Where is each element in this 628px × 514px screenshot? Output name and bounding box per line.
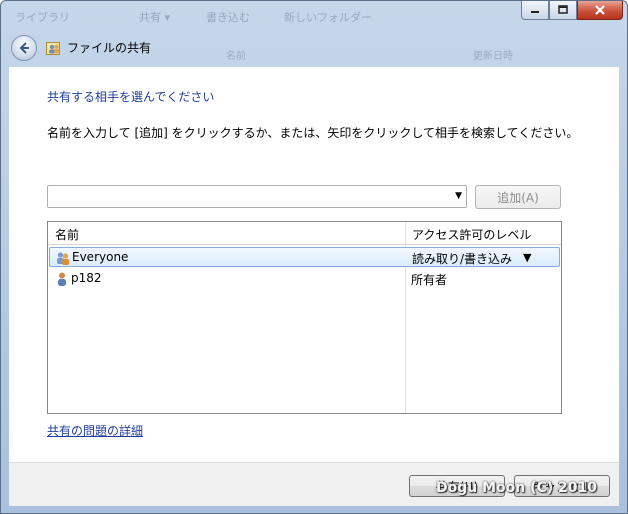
bg-column-name: 名前 — [226, 51, 246, 62]
permission-level[interactable]: 読み取り/書き込み — [412, 250, 512, 267]
dialog-title: ファイルの共有 — [67, 41, 152, 55]
navigation-bar: ファイルの共有 名前 更新日時 — [1, 31, 627, 67]
sharing-problems-link[interactable]: 共有の問題の詳細 — [47, 422, 143, 439]
column-divider[interactable] — [405, 222, 406, 244]
column-header-name[interactable]: 名前 — [55, 226, 79, 243]
bg-menu-library: ライブラリ — [15, 11, 70, 24]
close-button[interactable] — [577, 1, 623, 20]
share-dialog-window: ライブラリ 共有 ▾ 書き込む 新しいフォルダー ファイルの共有 名前 更新日時 — [0, 0, 628, 514]
name-input[interactable] — [50, 188, 449, 206]
list-item-p182[interactable]: p182 所有者 — [49, 269, 560, 289]
bg-menu-new-folder: 新しいフォルダー — [284, 11, 372, 24]
list-item-everyone[interactable]: Everyone 読み取り/書き込み ▼ — [49, 247, 560, 267]
minimize-icon — [531, 11, 539, 13]
share-users-icon — [46, 42, 60, 55]
caption-buttons — [521, 1, 623, 20]
list-header: 名前 アクセス許可のレベル — [48, 222, 561, 245]
maximize-button[interactable] — [549, 1, 577, 20]
bg-menu-burn: 書き込む — [206, 11, 250, 24]
bg-column-modified: 更新日時 — [473, 51, 513, 62]
page-heading: 共有する相手を選んでください — [47, 90, 215, 104]
back-arrow-icon — [19, 42, 29, 54]
permission-dropdown-icon[interactable]: ▼ — [523, 251, 531, 264]
name-combobox[interactable]: ▼ — [47, 185, 467, 208]
column-header-permission[interactable]: アクセス許可のレベル — [412, 226, 531, 243]
back-button[interactable] — [11, 35, 37, 61]
add-button[interactable]: 追加(A) — [475, 185, 561, 209]
permission-level: 所有者 — [411, 273, 448, 287]
close-icon — [595, 5, 605, 15]
list-item-name: Everyone — [72, 250, 129, 264]
user-icon — [58, 272, 66, 286]
list-item-name: p182 — [71, 271, 102, 285]
watermark-text: Dogu Moon (C) 2010 — [436, 480, 598, 496]
minimize-button[interactable] — [521, 1, 549, 20]
group-icon — [57, 252, 70, 265]
dropdown-arrow-icon[interactable]: ▼ — [455, 191, 462, 201]
maximize-icon — [558, 5, 568, 14]
bg-menu-share: 共有 ▾ — [139, 11, 171, 24]
title-bar[interactable]: ライブラリ 共有 ▾ 書き込む 新しいフォルダー — [1, 1, 627, 31]
instruction-text: 名前を入力して [追加] をクリックするか、または、矢印をクリックして相手を検索… — [47, 126, 579, 140]
share-list: 名前 アクセス許可のレベル Everyone 読み取り/書き込み ▼ p182 — [47, 221, 562, 414]
dialog-content: 共有する相手を選んでください 名前を入力して [追加] をクリックするか、または… — [9, 67, 619, 462]
